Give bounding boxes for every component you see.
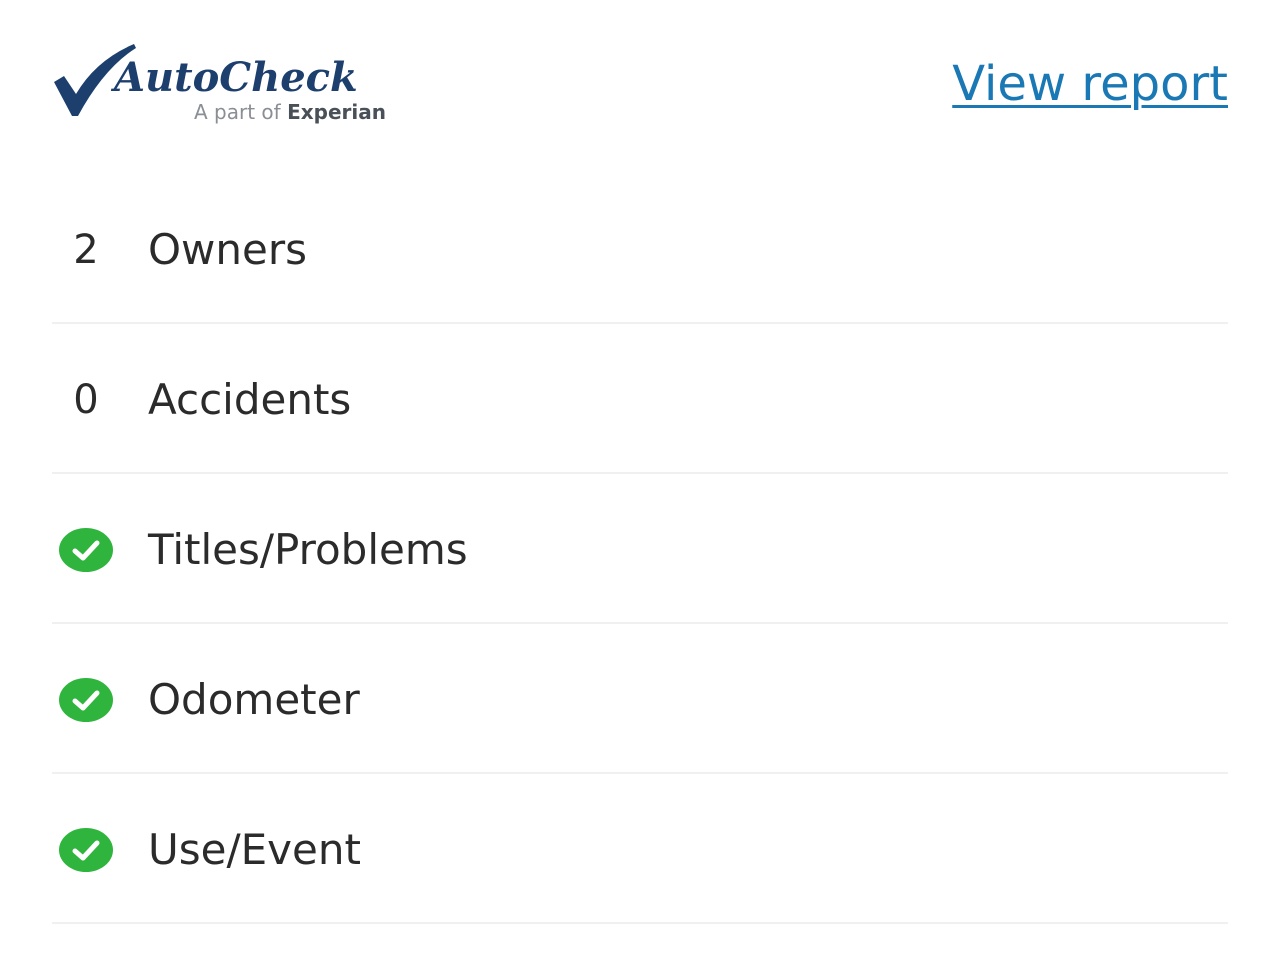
list-item-owners: 2 Owners <box>52 174 1228 324</box>
row-lead: 0 <box>52 374 120 426</box>
check-circle-icon <box>59 528 113 572</box>
list-item-titles-problems: Titles/Problems <box>52 474 1228 624</box>
row-lead <box>52 824 120 876</box>
logo-tagline-brand: Experian <box>287 100 386 124</box>
list-item-use-event: Use/Event <box>52 774 1228 924</box>
list-item-odometer: Odometer <box>52 624 1228 774</box>
logo-tagline-prefix: A part of <box>194 100 281 124</box>
owners-count: 2 <box>73 227 99 273</box>
owners-label: Owners <box>148 225 308 274</box>
row-lead <box>52 524 120 576</box>
logo-wordmark: AutoCheck <box>114 54 358 101</box>
view-report-link[interactable]: View report <box>952 56 1228 112</box>
check-circle-icon <box>59 678 113 722</box>
autocheck-summary-card: AutoCheck A part of Experian View report… <box>0 0 1280 960</box>
list-item-accidents: 0 Accidents <box>52 324 1228 474</box>
autocheck-logo: AutoCheck A part of Experian <box>52 38 422 128</box>
check-circle-icon <box>59 828 113 872</box>
card-header: AutoCheck A part of Experian View report <box>52 38 1228 128</box>
logo-tagline: A part of Experian <box>194 100 386 124</box>
accidents-count: 0 <box>73 377 99 423</box>
row-lead: 2 <box>52 224 120 276</box>
row-lead <box>52 674 120 726</box>
titles-problems-label: Titles/Problems <box>148 525 468 574</box>
history-summary-list: 2 Owners 0 Accidents Titles/Problems Odo… <box>52 174 1228 924</box>
use-event-label: Use/Event <box>148 825 361 874</box>
accidents-label: Accidents <box>148 375 352 424</box>
odometer-label: Odometer <box>148 675 360 724</box>
